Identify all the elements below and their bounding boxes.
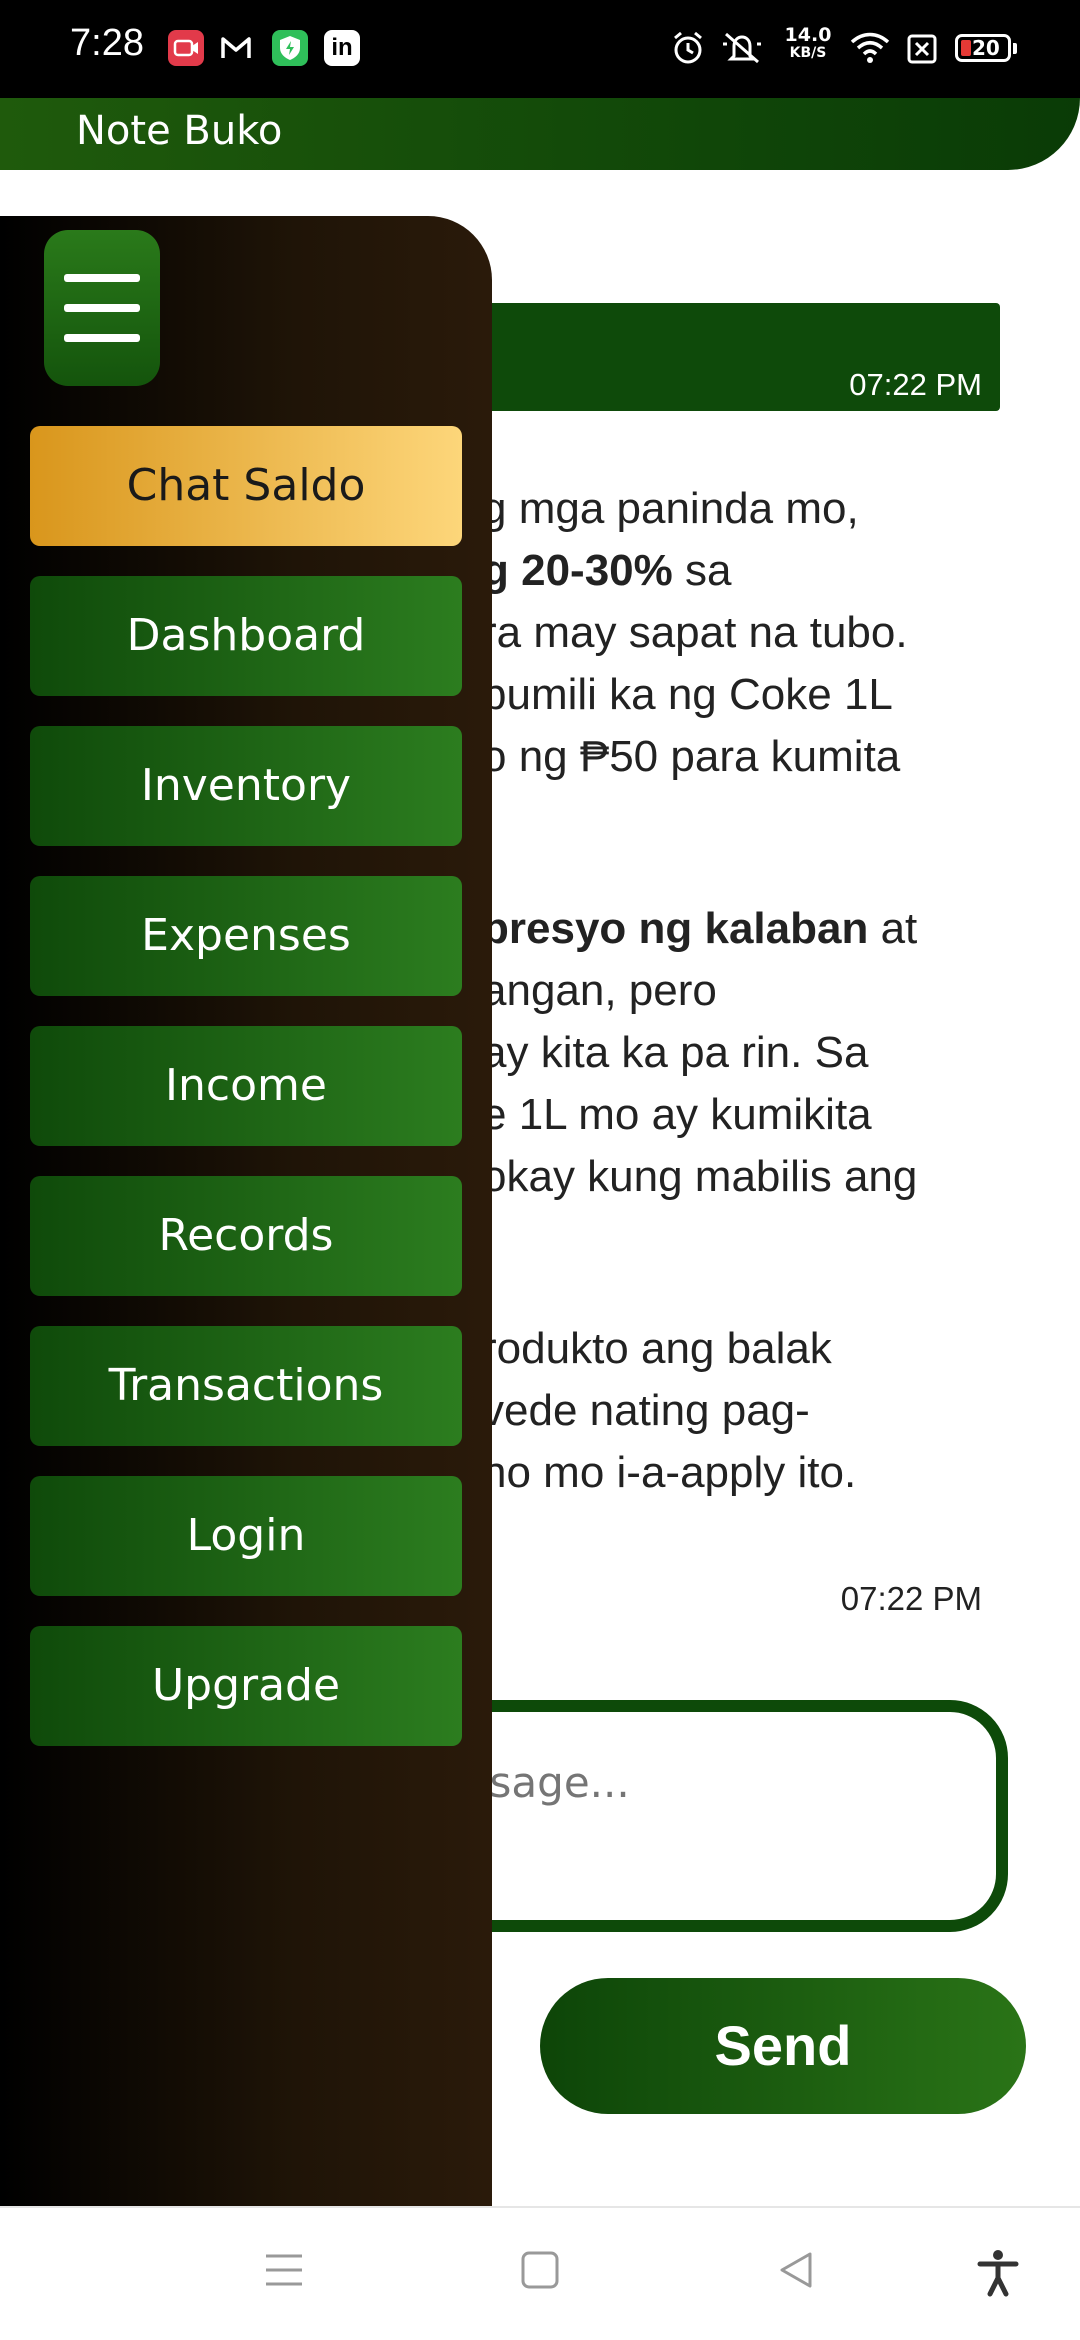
reply-line: o ng ₱50 para kumita [482, 726, 900, 788]
reply-text: no mo i-a-apply ito. [482, 1448, 857, 1497]
reply-line: okay kung mabilis ang [482, 1146, 917, 1208]
reply-line: g 20-30% sa [482, 540, 731, 602]
system-nav-bar [0, 2206, 1080, 2340]
reply-bold-text: g 20-30% [482, 546, 673, 595]
reply-line: vede nating pag- [482, 1380, 810, 1442]
reply-text: ay kita ka pa rin. Sa [482, 1028, 869, 1077]
status-time: 7:28 [70, 22, 144, 64]
linkedin-icon: in [324, 30, 360, 66]
drawer-item-dashboard[interactable]: Dashboard [30, 576, 462, 696]
home-icon[interactable] [518, 2248, 562, 2296]
wifi-icon [848, 28, 892, 73]
reply-text: angan, pero [482, 966, 717, 1015]
mute-icon [720, 28, 764, 73]
status-bar: 7:28 in 14.0 KB/S 20 [0, 0, 1080, 98]
recent-apps-icon[interactable] [262, 2248, 306, 2296]
net-speed: 14.0 KB/S [782, 24, 834, 62]
drawer-item-expenses[interactable]: Expenses [30, 876, 462, 996]
reply-text: e 1L mo ay kumikita [482, 1090, 872, 1139]
reply-line: ay kita ka pa rin. Sa [482, 1022, 868, 1084]
alarm-icon [670, 28, 706, 73]
navigation-drawer: Chat Saldo Dashboard Inventory Expenses Inco… [0, 216, 492, 2206]
back-icon[interactable] [774, 2248, 818, 2296]
reply-line: e 1L mo ay kumikita [482, 1084, 872, 1146]
send-button[interactable]: Send [540, 1978, 1026, 2114]
drawer-item-chat-saldo[interactable]: Chat Saldo [30, 426, 462, 546]
drawer-item-records[interactable]: Records [30, 1176, 462, 1296]
reply-line: rodukto ang balak [482, 1318, 832, 1380]
bot-reply-time: 07:22 PM [840, 1580, 982, 1617]
reply-text: rodukto ang balak [482, 1324, 832, 1373]
reply-bold-text: presyo ng kalaban [482, 904, 869, 953]
reply-text: o ng ₱50 para kumita [482, 732, 901, 781]
reply-text: g mga paninda mo, [482, 484, 859, 533]
screen-record-icon [168, 30, 204, 66]
accessibility-icon[interactable] [976, 2248, 1020, 2302]
net-speed-unit: KB/S [789, 45, 827, 61]
reply-line: bumili ka ng Coke 1L [482, 664, 893, 726]
reply-line: ra may sapat na tubo. [482, 602, 908, 664]
drawer-item-transactions[interactable]: Transactions [30, 1326, 462, 1446]
reply-text: bumili ka ng Coke 1L [482, 670, 893, 719]
drawer-item-income[interactable]: Income [30, 1026, 462, 1146]
drawer-item-inventory[interactable]: Inventory [30, 726, 462, 846]
app-title: Note Buko [76, 108, 283, 154]
reply-text: at [868, 904, 918, 953]
reply-text: ra may sapat na tubo. [482, 608, 908, 657]
reply-text: vede nating pag- [482, 1386, 810, 1435]
app-bar: Note Buko [0, 98, 1080, 170]
screen: 7:28 in 14.0 KB/S 20 Note Buko 07:22 PM … [0, 0, 1080, 2340]
reply-line: g mga paninda mo, [482, 478, 859, 540]
vpn-shield-icon [272, 30, 308, 66]
drawer-item-login[interactable]: Login [30, 1476, 462, 1596]
battery-icon: 20 [955, 34, 1017, 62]
net-speed-value: 14.0 [784, 24, 832, 46]
reply-line: presyo ng kalaban at [482, 898, 917, 960]
reply-line: angan, pero [482, 960, 717, 1022]
battery-level: 20 [972, 36, 1000, 60]
reply-text: sa [672, 546, 732, 595]
drawer-item-upgrade[interactable]: Upgrade [30, 1626, 462, 1746]
hamburger-menu-icon[interactable] [44, 230, 160, 386]
reply-line: no mo i-a-apply ito. [482, 1442, 856, 1504]
gmail-icon [218, 30, 254, 66]
reply-text: okay kung mabilis ang [482, 1152, 918, 1201]
sim-x-icon [904, 28, 940, 73]
user-message-time: 07:22 PM [849, 367, 982, 402]
